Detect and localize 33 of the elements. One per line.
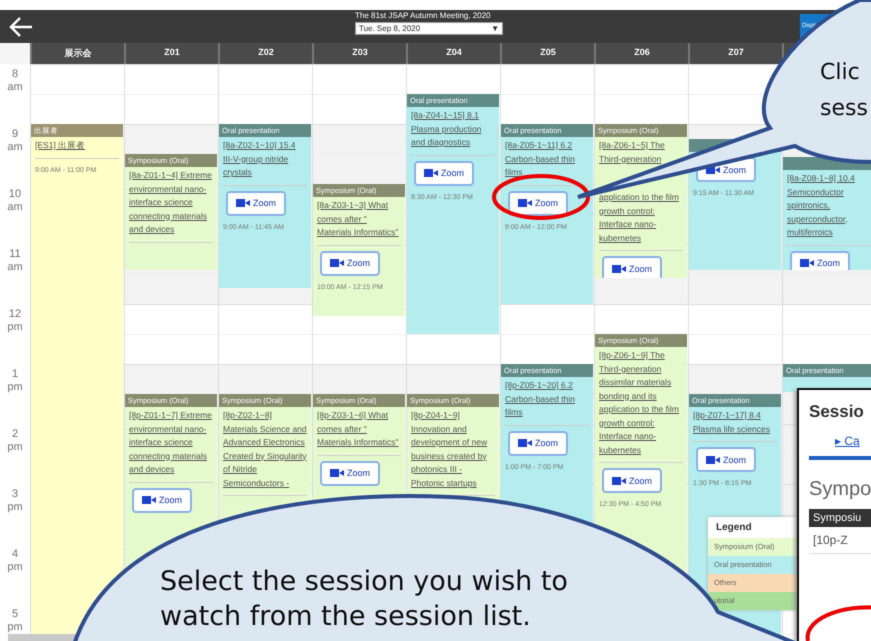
hour-label: 4 xyxy=(12,548,18,561)
hour-label: 1 xyxy=(12,368,18,381)
hour-label: 11 xyxy=(9,248,21,261)
hour-period: am xyxy=(7,261,23,274)
panel-heading: Sympo xyxy=(809,478,871,501)
meeting-title: The 81st JSAP Autumn Meeting, 2020 xyxy=(355,11,492,20)
column-header: 展示会 xyxy=(30,43,124,64)
column-header: Z05 xyxy=(500,43,594,64)
column-header: Z04 xyxy=(406,43,500,64)
callout-text: Clic sess xyxy=(820,59,868,123)
hour-label: 2 xyxy=(12,428,18,441)
hour-period: am xyxy=(7,81,23,94)
column-header: Z02 xyxy=(218,43,312,64)
hour-period: pm xyxy=(7,441,23,454)
panel-title: Sessio xyxy=(809,402,865,422)
hour-period: pm xyxy=(7,621,23,634)
hour-period: am xyxy=(7,201,23,214)
hour-label: 5 xyxy=(12,608,18,621)
hour-period: pm xyxy=(7,321,23,334)
hour-period: pm xyxy=(7,561,23,574)
hour-label: 8 xyxy=(12,68,18,81)
table-header: Symposiu xyxy=(809,509,871,527)
hour-period: am xyxy=(7,141,23,154)
column-header: Z06 xyxy=(594,43,688,64)
column-header: Z01 xyxy=(124,43,218,64)
hour-period: pm xyxy=(7,501,23,514)
hour-label: 12 xyxy=(8,308,22,321)
hour-period: pm xyxy=(7,381,23,394)
hour-label: 3 xyxy=(12,488,18,501)
legend-title: Legend xyxy=(715,521,753,535)
column-header: Z03 xyxy=(312,43,406,64)
hour-label: 9 xyxy=(12,128,18,141)
hour-label: 10 xyxy=(8,188,22,201)
